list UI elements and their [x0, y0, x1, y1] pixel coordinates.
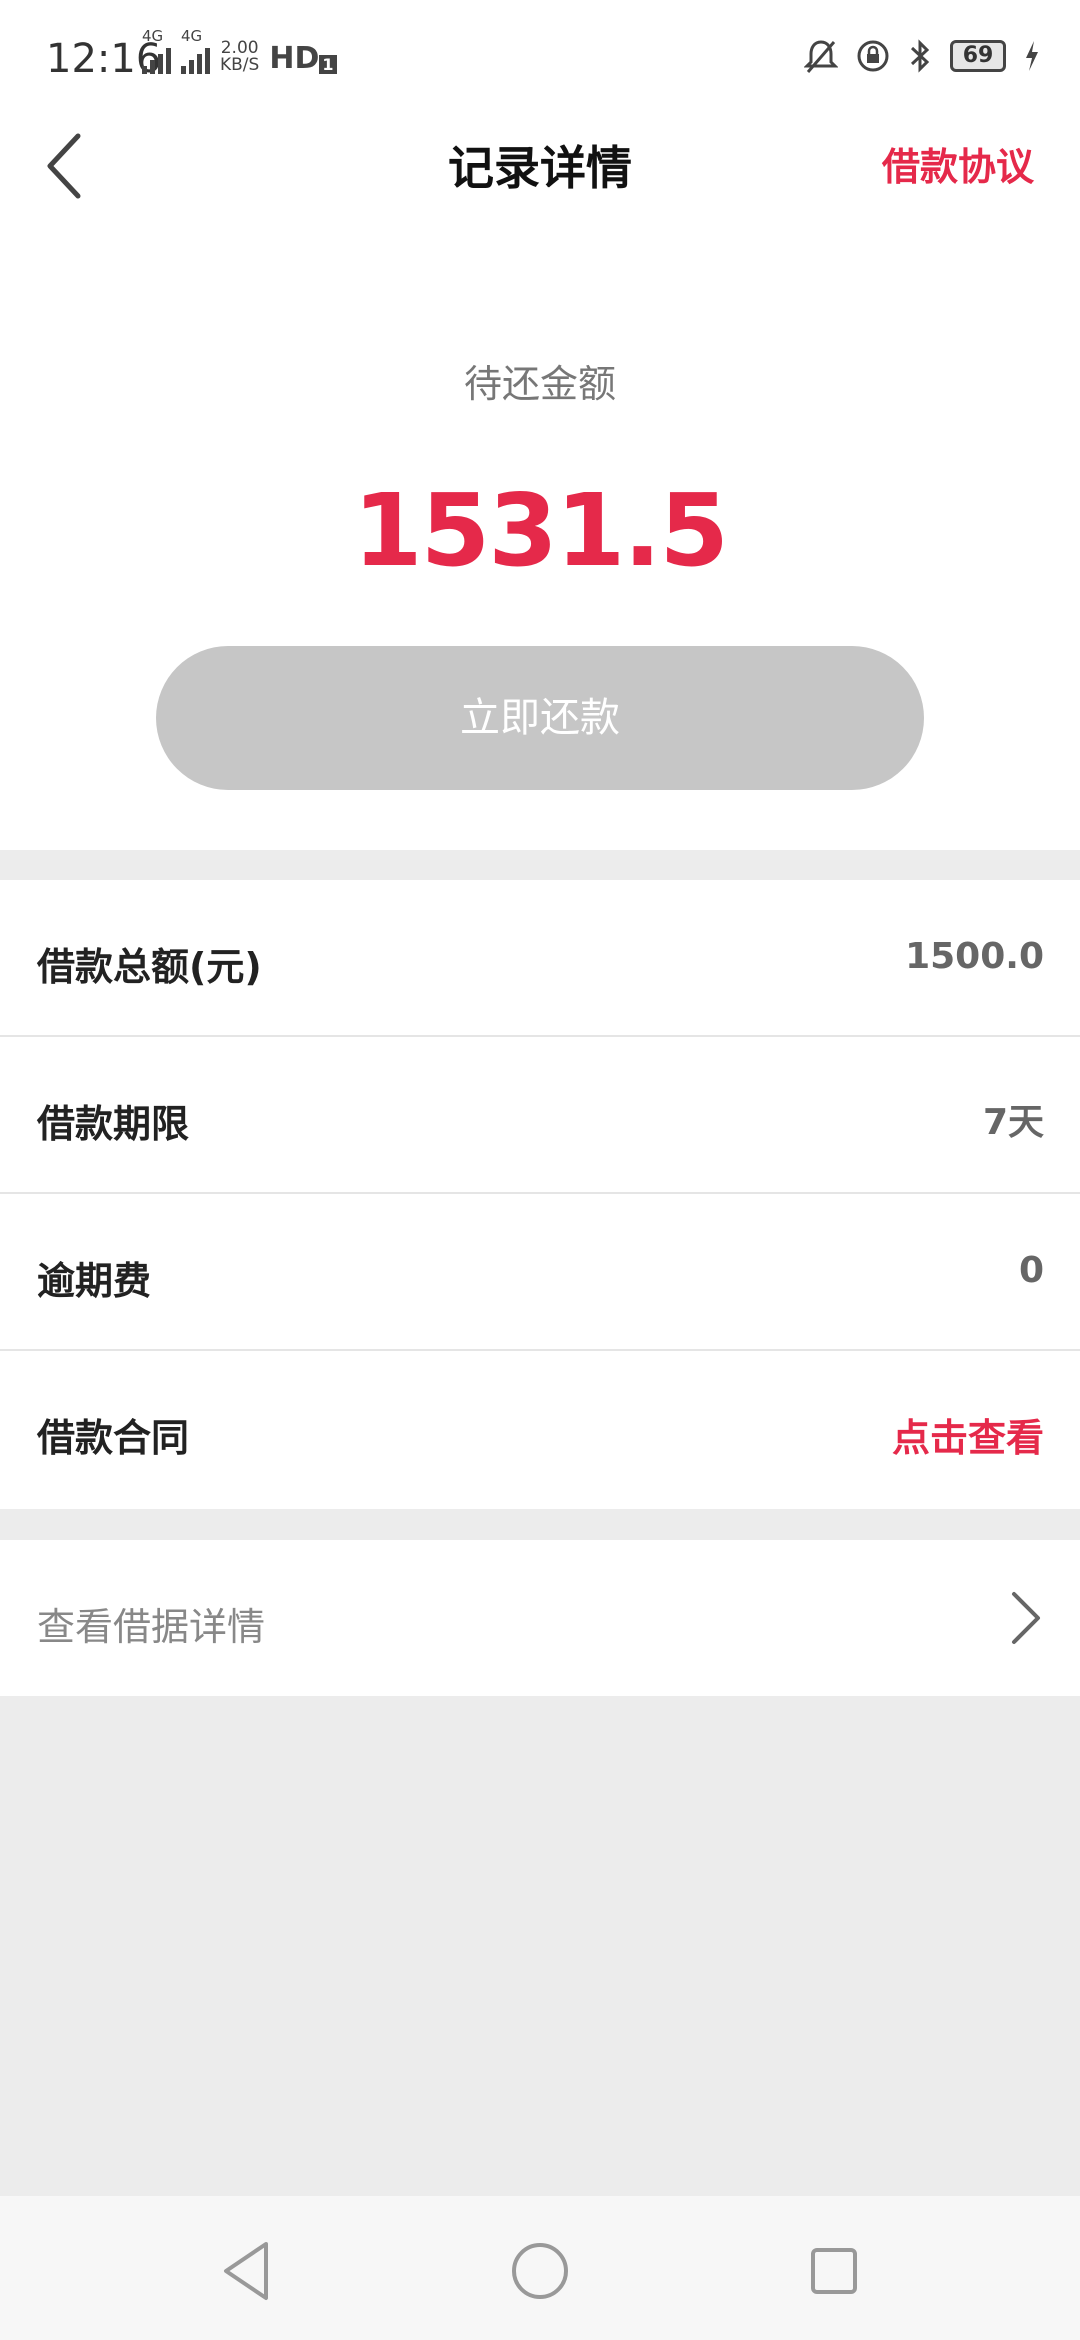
charging-icon — [1026, 41, 1038, 71]
hd-label: HD — [269, 41, 320, 76]
loan-details-list: 借款总额(元) 1500.0 借款期限 7天 逾期费 0 借款合同 点击查看 — [0, 880, 1080, 1509]
view-receipt-details-label: 查看借据详情 — [37, 1605, 266, 1649]
signal-1: 4G — [142, 29, 171, 74]
top-app-bar: 记录详情 借款协议 — [0, 110, 1080, 220]
loan-agreement-link[interactable]: 借款协议 — [882, 136, 1034, 191]
network-type-1: 4G — [142, 27, 164, 45]
view-contract-link[interactable]: 点击查看 — [892, 1407, 1044, 1462]
network-speed: 2.00 KB/S — [220, 40, 259, 74]
signal-bars-1-icon — [142, 44, 171, 74]
network-type-2: 4G — [181, 27, 203, 45]
detail-label: 逾期费 — [37, 1259, 152, 1303]
detail-value: 1500.0 — [905, 936, 1044, 977]
detail-label: 借款总额(元) — [37, 945, 262, 989]
lock-rotation-icon — [857, 40, 889, 72]
bell-muted-icon — [804, 40, 838, 73]
nav-home-icon[interactable] — [505, 2236, 575, 2306]
amount-due-label: 待还金额 — [463, 362, 616, 406]
nav-back-icon[interactable] — [212, 2236, 282, 2306]
detail-row-contract[interactable]: 借款合同 点击查看 — [0, 1351, 1080, 1509]
detail-value: 0 — [1018, 1250, 1044, 1291]
detail-value: 7天 — [982, 1102, 1044, 1143]
status-network-group: 4G 4G 2.00 KB/S HD 1 — [142, 29, 337, 76]
chevron-right-icon — [1012, 1592, 1040, 1644]
detail-label: 借款期限 — [37, 1102, 190, 1146]
hd-sim-label: 1 — [319, 55, 337, 74]
detail-label: 借款合同 — [37, 1416, 190, 1460]
repayment-summary: 待还金额 1531.5 立即还款 — [0, 220, 1080, 850]
status-system-group: 69 — [804, 34, 1040, 78]
system-navigation-bar — [0, 2196, 1080, 2340]
amount-due-value: 1531.5 — [353, 472, 729, 589]
speed-unit: KB/S — [220, 55, 260, 75]
view-receipt-details-row[interactable]: 查看借据详情 — [0, 1540, 1080, 1696]
repay-now-button[interactable]: 立即还款 — [156, 646, 924, 790]
status-bar: 12:16 4G 4G 2.00 KB/S HD 1 69 — [0, 0, 1080, 110]
nav-recents-icon[interactable] — [799, 2236, 869, 2306]
detail-row-term: 借款期限 7天 — [0, 1037, 1080, 1194]
bluetooth-icon — [910, 39, 930, 73]
battery-icon: 69 — [950, 40, 1006, 72]
detail-row-total: 借款总额(元) 1500.0 — [0, 880, 1080, 1037]
detail-row-overdue-fee: 逾期费 0 — [0, 1194, 1080, 1351]
signal-bars-2-icon — [181, 44, 210, 74]
hd-indicator: HD 1 — [269, 41, 337, 76]
signal-2: 4G — [181, 29, 210, 74]
